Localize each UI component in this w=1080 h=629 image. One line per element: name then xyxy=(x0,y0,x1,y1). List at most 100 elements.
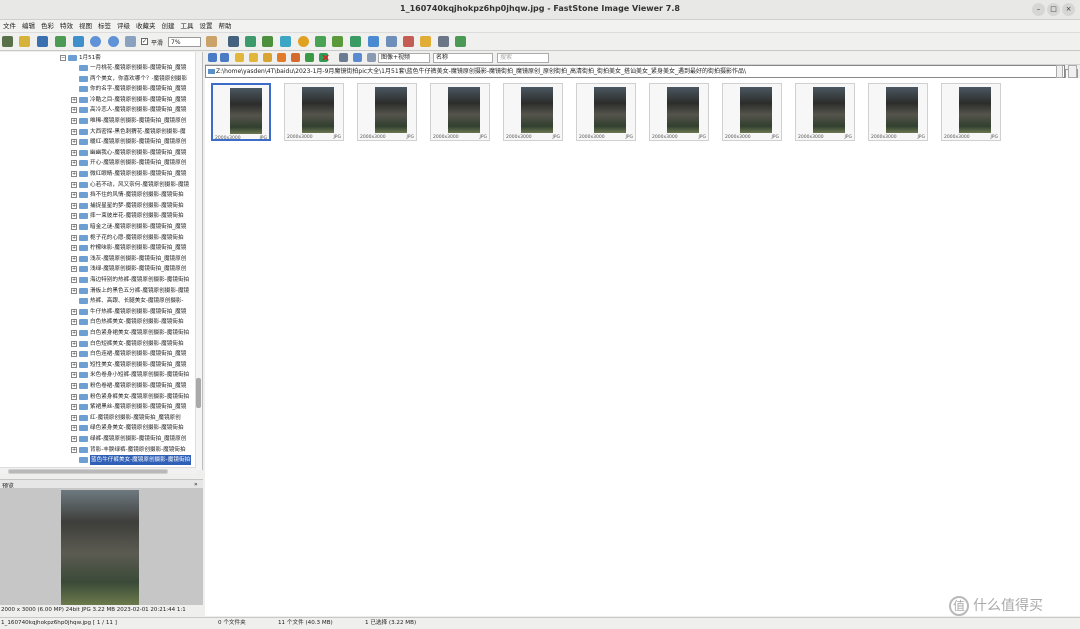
delete-icon[interactable]: × xyxy=(321,51,330,64)
smooth-checkbox[interactable]: ✓ xyxy=(141,38,148,45)
expand-icon[interactable]: + xyxy=(71,277,77,283)
folder-tree[interactable]: − 1月51套 一月桃花-魔镜原创摄影-魔镜街拍_魔镜 两个美女，你喜欢哪个？-魔… xyxy=(0,52,203,470)
expand-icon[interactable]: + xyxy=(71,266,77,273)
back-icon[interactable] xyxy=(208,53,217,62)
expand-icon[interactable]: + xyxy=(71,149,77,156)
expand-icon[interactable]: + xyxy=(71,255,77,262)
tree-hscrollbar[interactable] xyxy=(0,467,196,474)
expand-icon[interactable]: + xyxy=(71,160,77,167)
preview-image[interactable] xyxy=(61,490,139,605)
thumbnail[interactable]: 2000x3000 JPG xyxy=(941,83,1001,141)
new-folder-icon[interactable] xyxy=(263,53,272,62)
collapse-icon[interactable]: − xyxy=(60,55,66,61)
expand-icon[interactable]: + xyxy=(71,436,77,442)
path-dropdown-icon[interactable] xyxy=(1056,65,1063,78)
expand-icon[interactable]: + xyxy=(71,287,77,294)
expand-icon[interactable]: + xyxy=(71,372,77,379)
details-view-icon[interactable] xyxy=(353,53,362,62)
rotate-icon[interactable] xyxy=(262,36,273,47)
print-icon[interactable] xyxy=(438,36,449,47)
browse-icon[interactable] xyxy=(2,36,13,47)
expand-icon[interactable]: + xyxy=(71,107,77,114)
expand-icon[interactable]: + xyxy=(71,414,77,421)
expand-icon[interactable]: + xyxy=(71,202,77,209)
expand-icon[interactable]: + xyxy=(71,351,77,358)
filter-select[interactable]: 图像+视频 xyxy=(378,53,430,63)
thumbnail[interactable]: 2000x3000 JPG xyxy=(868,83,928,141)
tag-icon[interactable] xyxy=(332,36,343,47)
red-eye-icon[interactable] xyxy=(315,36,326,47)
thumbnail[interactable]: 2000x3000 JPG xyxy=(357,83,417,141)
thumbnail[interactable]: 2000x3000 JPG xyxy=(211,83,271,141)
tree-scroll-thumb[interactable] xyxy=(196,378,201,408)
close-button[interactable]: × xyxy=(1062,3,1075,16)
wallpaper-icon[interactable] xyxy=(455,36,466,47)
menu-item[interactable]: 特效 xyxy=(57,20,76,33)
thumbnail[interactable]: 2000x3000 JPG xyxy=(284,83,344,141)
tree-scrollbar[interactable] xyxy=(195,52,202,470)
email-icon[interactable] xyxy=(350,36,361,47)
thumbs-view-icon[interactable] xyxy=(339,53,348,62)
copy-icon[interactable] xyxy=(277,53,286,62)
list-view-icon[interactable] xyxy=(367,53,376,62)
up-folder-icon[interactable] xyxy=(235,53,244,62)
expand-icon[interactable]: + xyxy=(71,128,77,135)
expand-icon[interactable]: + xyxy=(71,446,77,453)
zoom-select[interactable]: 7% xyxy=(168,37,201,47)
expand-icon[interactable]: + xyxy=(71,308,77,315)
effects-icon[interactable] xyxy=(298,36,309,47)
expand-icon[interactable]: + xyxy=(71,213,77,220)
slideshow-icon[interactable] xyxy=(368,36,379,47)
thumbnail[interactable]: 2000x3000 JPG xyxy=(649,83,709,141)
expand-icon[interactable]: + xyxy=(71,224,77,230)
menu-item[interactable]: 设置 xyxy=(197,20,216,33)
fit-icon[interactable] xyxy=(73,36,84,47)
zoom-out-icon[interactable] xyxy=(108,36,119,47)
thumbnail[interactable]: 2000x3000 JPG xyxy=(795,83,855,141)
expand-icon[interactable]: + xyxy=(71,330,77,336)
expand-icon[interactable]: + xyxy=(71,319,77,326)
expand-icon[interactable]: + xyxy=(71,118,77,124)
menu-item[interactable]: 评级 xyxy=(114,20,133,33)
thumbnail[interactable]: 2000x3000 JPG xyxy=(503,83,563,141)
open-icon[interactable] xyxy=(19,36,30,47)
tree-hscroll-thumb[interactable] xyxy=(8,469,168,474)
crop-icon[interactable] xyxy=(245,36,256,47)
preview-collapse-icon[interactable]: » xyxy=(194,481,198,488)
expand-icon[interactable]: + xyxy=(71,425,77,432)
save-as-icon[interactable] xyxy=(55,36,66,47)
compare-icon[interactable] xyxy=(386,36,397,47)
menu-item[interactable]: 收藏夹 xyxy=(133,20,159,33)
resize-icon[interactable] xyxy=(228,36,239,47)
expand-icon[interactable]: + xyxy=(71,340,77,347)
forward-icon[interactable] xyxy=(220,53,229,62)
expand-icon[interactable]: + xyxy=(71,139,77,146)
thumbnail[interactable]: 2000x3000 JPG xyxy=(576,83,636,141)
expand-icon[interactable]: + xyxy=(71,192,77,199)
expand-icon[interactable]: + xyxy=(71,383,77,389)
menu-item[interactable]: 帮助 xyxy=(216,20,235,33)
rename-icon[interactable] xyxy=(305,53,314,62)
minimize-button[interactable]: – xyxy=(1032,3,1045,16)
menu-item[interactable]: 标签 xyxy=(95,20,114,33)
path-input[interactable]: Z:\home\yasden\4T\baidu\2023-1月-9月魔镜街拍pi… xyxy=(205,65,1065,78)
expand-icon[interactable]: + xyxy=(71,361,77,368)
menu-item[interactable]: 工具 xyxy=(178,20,197,33)
actual-size-icon[interactable] xyxy=(125,36,136,47)
menu-item[interactable]: 文件 xyxy=(0,20,19,33)
menu-item[interactable]: 创建 xyxy=(159,20,178,33)
thumbnail[interactable]: 2000x3000 JPG xyxy=(722,83,782,141)
thumbnail[interactable]: 2000x3000 JPG xyxy=(430,83,490,141)
search-input[interactable]: 搜索 xyxy=(497,53,549,63)
menu-item[interactable]: 编辑 xyxy=(19,20,38,33)
batch-icon[interactable] xyxy=(420,36,431,47)
expand-icon[interactable]: + xyxy=(71,96,77,103)
draw-icon[interactable] xyxy=(403,36,414,47)
expand-icon[interactable]: + xyxy=(71,171,77,177)
maximize-button[interactable]: □ xyxy=(1047,3,1060,16)
expand-icon[interactable]: + xyxy=(71,404,77,411)
zoom-in-icon[interactable] xyxy=(90,36,101,47)
move-icon[interactable] xyxy=(291,53,300,62)
thumbnail-grid[interactable]: 2000x3000 JPG 2000x3000 JPG 2000x3000 JPG 2000… xyxy=(205,78,1080,616)
sort-select[interactable]: 名称 xyxy=(433,53,493,63)
